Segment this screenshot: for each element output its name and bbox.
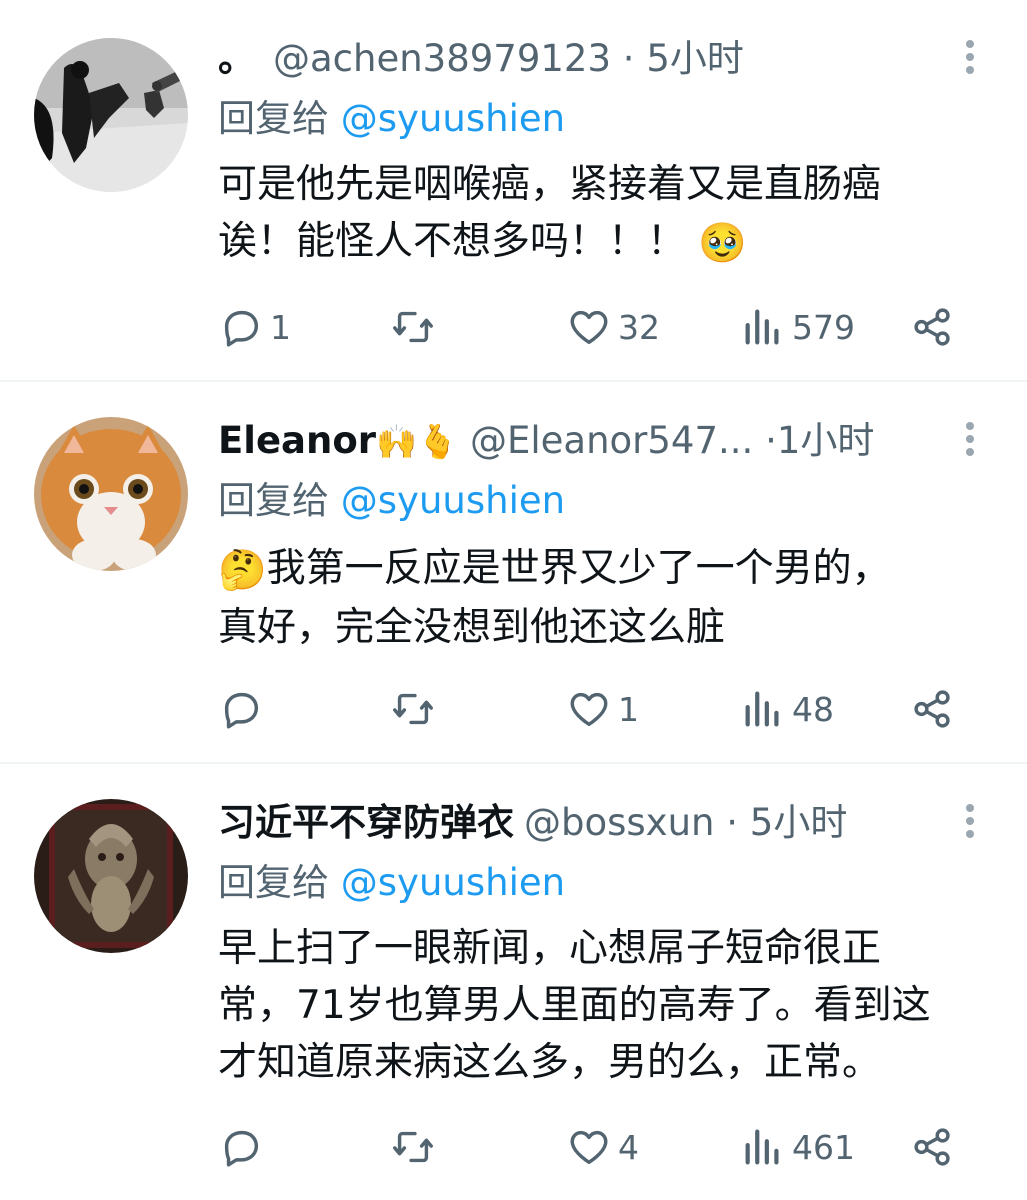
share-button[interactable] (910, 684, 956, 734)
reply-to-mention[interactable]: @syuushien (341, 479, 565, 522)
tweet-text: 🤔我第一反应是世界又少了一个男的， 真好，完全没想到他还这么脏 (218, 540, 1008, 656)
reply-to-label: 回复给 (218, 861, 329, 904)
share-button[interactable] (910, 1122, 956, 1172)
reply-to-mention[interactable]: @syuushien (341, 861, 565, 904)
like-count: 32 (618, 307, 660, 347)
retweet-icon (393, 1131, 433, 1163)
reply-icon (224, 1130, 259, 1167)
tweet-header: Eleanor🙌🫰 @Eleanor547... ·1小时 (218, 418, 874, 465)
like-icon (570, 310, 608, 345)
reply-icon (224, 692, 259, 729)
share-icon (914, 308, 950, 346)
reply-count: 1 (270, 307, 291, 347)
avatar[interactable] (34, 417, 188, 571)
reply-to-label: 回复给 (218, 479, 329, 522)
like-count: 4 (618, 1127, 639, 1167)
reply-to-mention[interactable]: @syuushien (341, 97, 565, 140)
tweet-actions: 4 461 (218, 1122, 978, 1172)
like-icon (570, 1130, 608, 1165)
reply-to-label: 回复给 (218, 97, 329, 140)
tweet-3[interactable]: 习近平不穿防弹衣 @bossxun · 5小时 回复给 @syuushien 早上… (0, 764, 1027, 1200)
display-name-emojis: 🙌🫰 (376, 422, 459, 461)
display-name[interactable]: Eleanor (218, 419, 376, 462)
share-icon (914, 690, 950, 728)
display-name[interactable]: 。 (218, 37, 255, 80)
like-button[interactable]: 1 (566, 684, 639, 734)
views-button[interactable]: 48 (740, 684, 834, 734)
tweet-text-content: 可是他先是咽喉癌，紧接着又是直肠癌 诶！能怪人不想多吗！！！ (218, 162, 882, 264)
reply-to-line: 回复给 @syuushien (218, 478, 565, 524)
share-button[interactable] (910, 302, 956, 352)
more-options-icon[interactable] (958, 422, 982, 462)
separator-dot: · (765, 419, 777, 462)
reply-button[interactable]: 1 (218, 302, 291, 352)
views-icon (745, 309, 779, 345)
user-handle[interactable]: @bossxun (524, 801, 714, 844)
tweet-header: 。 @achen38979123 · 5小时 (218, 36, 744, 82)
avatar[interactable] (34, 38, 188, 192)
user-handle[interactable]: @achen38979123 (273, 37, 611, 80)
retweet-button[interactable] (390, 302, 442, 352)
more-options-icon[interactable] (958, 40, 982, 80)
avatar-image (34, 38, 188, 192)
avatar[interactable] (34, 799, 188, 953)
retweet-button[interactable] (390, 684, 442, 734)
timestamp[interactable]: 5小时 (750, 801, 848, 844)
pleading-face-emoji: 🥹 (698, 221, 747, 266)
retweet-icon (393, 311, 433, 343)
reply-to-line: 回复给 @syuushien (218, 96, 565, 142)
tweet-text: 可是他先是咽喉癌，紧接着又是直肠癌 诶！能怪人不想多吗！！！ 🥹 (218, 156, 1008, 272)
separator-dot: · (622, 37, 635, 80)
retweet-icon (393, 693, 433, 725)
like-button[interactable]: 32 (566, 302, 660, 352)
tweet-text-content: 我第一反应是世界又少了一个男的， 真好，完全没想到他还这么脏 (218, 546, 891, 650)
tweet-2[interactable]: Eleanor🙌🫰 @Eleanor547... ·1小时 回复给 @syuus… (0, 382, 1027, 762)
like-count: 1 (618, 689, 639, 729)
like-button[interactable]: 4 (566, 1122, 639, 1172)
tweet-actions: 1 48 (218, 684, 978, 734)
views-count: 48 (792, 689, 834, 729)
share-icon (914, 1128, 950, 1166)
avatar-image (34, 799, 188, 953)
reply-button[interactable] (218, 684, 270, 734)
reply-icon (224, 310, 259, 347)
like-icon (570, 692, 608, 727)
tweet-text: 早上扫了一眼新闻，心想屌子短命很正 常，71岁也算男人里面的高寿了。看到这 才知… (218, 926, 931, 1085)
tweet-header: 习近平不穿防弹衣 @bossxun · 5小时 (218, 800, 847, 846)
views-button[interactable]: 461 (740, 1122, 855, 1172)
thinking-face-emoji: 🤔 (218, 548, 267, 593)
timestamp[interactable]: 1小时 (777, 419, 875, 462)
reply-button[interactable] (218, 1122, 270, 1172)
more-options-icon[interactable] (958, 804, 982, 844)
views-count: 461 (792, 1127, 855, 1167)
views-icon (745, 691, 779, 727)
timestamp[interactable]: 5小时 (646, 37, 744, 80)
tweet-1[interactable]: 。 @achen38979123 · 5小时 回复给 @syuushien 可是他… (0, 0, 1027, 380)
avatar-image (34, 417, 188, 571)
views-count: 579 (792, 307, 855, 347)
user-handle[interactable]: @Eleanor547... (470, 419, 753, 462)
retweet-button[interactable] (390, 1122, 442, 1172)
tweet-actions: 1 32 579 (218, 302, 978, 352)
views-icon (745, 1129, 779, 1165)
views-button[interactable]: 579 (740, 302, 855, 352)
display-name[interactable]: 习近平不穿防弹衣 (218, 801, 514, 844)
reply-to-line: 回复给 @syuushien (218, 860, 565, 906)
separator-dot: · (726, 801, 739, 844)
